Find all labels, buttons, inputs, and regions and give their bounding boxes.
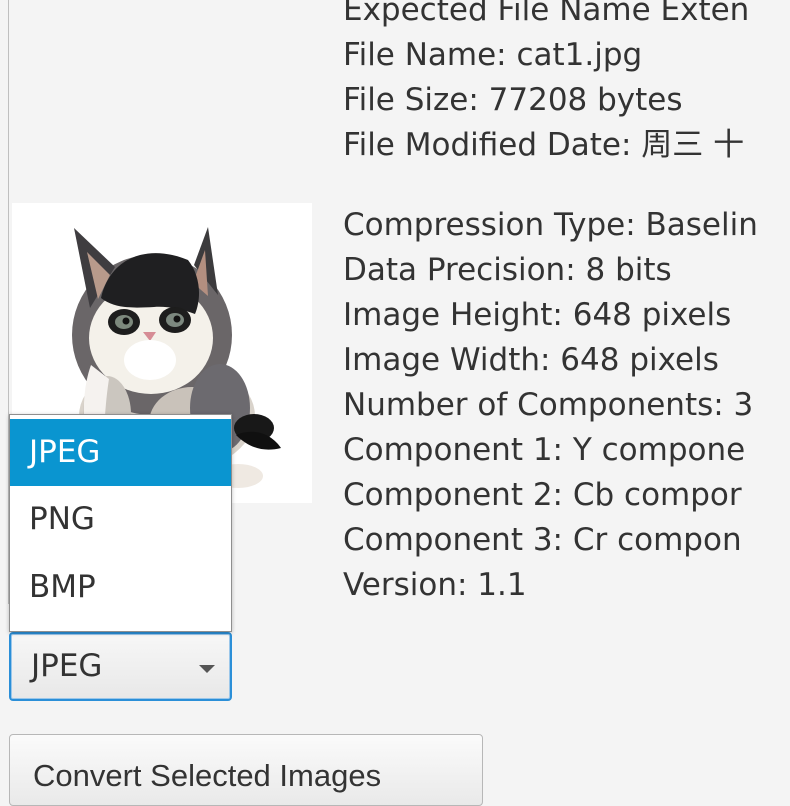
format-combo-box[interactable]: JPEG	[9, 632, 232, 701]
file-name-line: File Name: cat1.jpg	[343, 37, 643, 73]
format-dropdown-menu[interactable]: JPEG PNG BMP	[9, 414, 232, 632]
version-line: Version: 1.1	[343, 567, 527, 603]
image-width-line: Image Width: 648 pixels	[343, 342, 719, 378]
format-option-png[interactable]: PNG	[10, 486, 231, 553]
expected-extension-line: Expected File Name Exten	[343, 0, 750, 28]
component-2-line: Component 2: Cb compor	[343, 477, 742, 513]
compression-type-line: Compression Type: Baselin	[343, 207, 758, 243]
convert-selected-images-button[interactable]: Convert Selected Images	[9, 734, 483, 806]
file-metadata-block: Expected File Name Exten File Name: cat1…	[343, 0, 790, 168]
format-option-jpeg[interactable]: JPEG	[10, 419, 231, 486]
data-precision-line: Data Precision: 8 bits	[343, 252, 672, 288]
component-3-line: Component 3: Cr compon	[343, 522, 742, 558]
component-count-line: Number of Components: 3	[343, 387, 754, 423]
image-height-line: Image Height: 648 pixels	[343, 297, 732, 333]
file-size-line: File Size: 77208 bytes	[343, 82, 683, 118]
file-modified-date-line: File Modified Date: 周三 十	[343, 127, 745, 163]
format-option-bmp[interactable]: BMP	[10, 554, 231, 621]
selected-format-label: JPEG	[31, 648, 103, 684]
chevron-down-icon[interactable]	[199, 665, 215, 673]
image-metadata-block: Compression Type: Baselin Data Precision…	[343, 203, 790, 604]
component-1-line: Component 1: Y compone	[343, 432, 746, 468]
